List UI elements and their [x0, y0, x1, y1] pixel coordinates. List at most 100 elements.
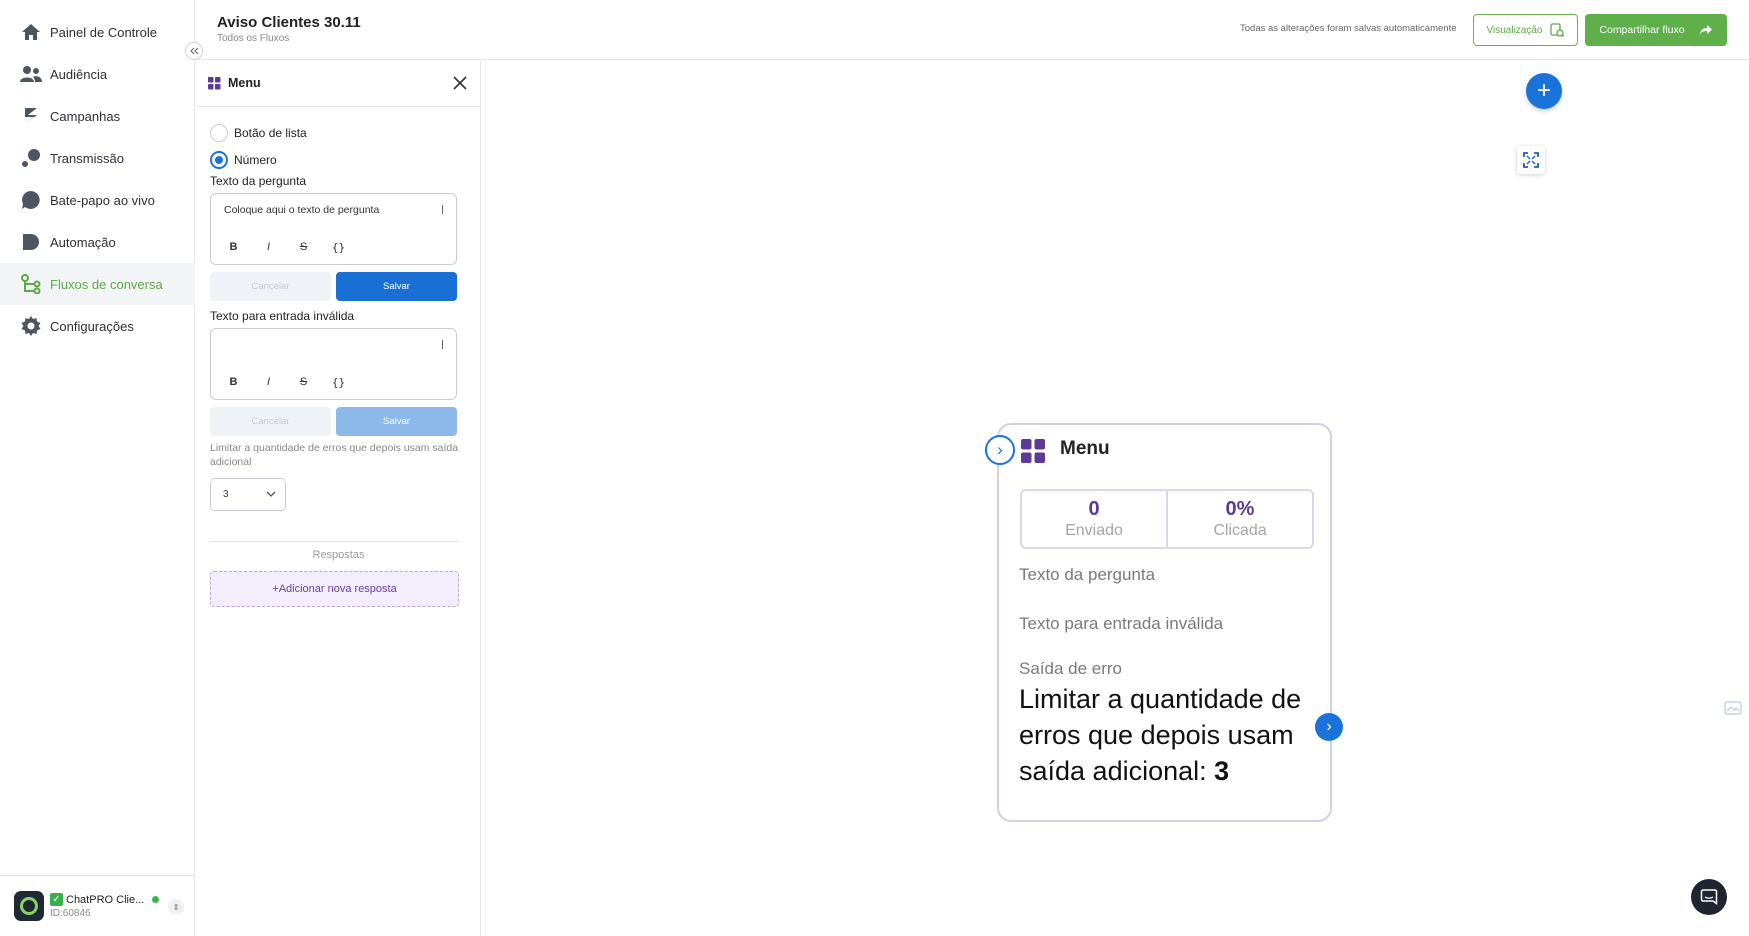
stat-sent-value: 0	[1088, 498, 1100, 520]
format-toolbar: B I S {}	[223, 373, 349, 391]
invalid-input-label: Texto para entrada inválida	[210, 309, 355, 323]
stat-sent-label: Enviado	[1065, 522, 1123, 539]
add-response-button[interactable]: +Adicionar nova resposta	[210, 571, 459, 607]
chat-support-icon	[1700, 889, 1718, 905]
menu-grid-icon	[208, 77, 221, 90]
panel-header: Menu	[196, 61, 481, 107]
radio-circle-checked[interactable]	[210, 151, 228, 169]
gear-icon	[20, 315, 42, 337]
double-chevron-left-icon	[190, 47, 199, 55]
add-node-button[interactable]: +	[1526, 73, 1562, 109]
question-text-editor[interactable]: Coloque aqui o texto de pergunta B I S {…	[210, 193, 457, 265]
node-error-limit: Limitar a quantidade de erros que depois…	[1019, 681, 1319, 789]
stat-clicked: 0% Clicada	[1166, 491, 1312, 547]
home-icon	[20, 21, 42, 43]
panel-title: Menu	[228, 76, 261, 90]
preview-button[interactable]: Visualização	[1473, 14, 1578, 46]
breadcrumb-all-flows[interactable]: Todos os Fluxos	[217, 33, 289, 44]
share-button-label: Compartilhar fluxo	[1599, 24, 1685, 36]
question-text-value[interactable]: Coloque aqui o texto de pergunta	[224, 204, 379, 216]
flow-canvas[interactable]: + › Menu 0 Enviado 0% Clicada Texto da p…	[482, 61, 1749, 936]
close-icon[interactable]	[452, 75, 468, 91]
sidebar-item-automation[interactable]: Automação	[0, 221, 195, 263]
menu-node[interactable]: › Menu 0 Enviado 0% Clicada Texto da per…	[985, 423, 1343, 822]
preview-icon	[1550, 23, 1565, 37]
text-cursor	[442, 340, 443, 349]
sidebar-item-label: Bate-papo ao vivo	[50, 192, 155, 208]
collapse-sidebar-button[interactable]	[185, 42, 203, 60]
cancel-button[interactable]: Cancelar	[210, 407, 331, 436]
variable-braces-icon[interactable]: {}	[328, 238, 349, 256]
sidebar-item-audience[interactable]: Audiência	[0, 53, 195, 95]
save-button-disabled[interactable]: Salvar	[336, 407, 457, 436]
sidebar-item-settings[interactable]: Configurações	[0, 305, 195, 347]
italic-icon[interactable]: I	[258, 373, 279, 391]
divider	[210, 541, 459, 542]
error-limit-select[interactable]: 3	[210, 478, 286, 511]
stat-clicked-label: Clicada	[1213, 522, 1267, 539]
share-arrow-icon	[1699, 25, 1712, 35]
node-error-output-handle[interactable]: ›	[1315, 713, 1343, 741]
sidebar-item-dashboard[interactable]: Painel de Controle	[0, 11, 195, 53]
bold-icon[interactable]: B	[223, 238, 244, 256]
radio-list-button[interactable]: Botão de lista	[210, 124, 307, 142]
sidebar-item-label: Transmissão	[50, 150, 124, 166]
question-text-label: Texto da pergunta	[210, 174, 307, 188]
preview-button-label: Visualização	[1486, 24, 1543, 36]
variable-braces-icon[interactable]: {}	[328, 373, 349, 391]
node-error-output-label: Saída de erro	[1019, 659, 1123, 678]
node-error-limit-value: 3	[1214, 756, 1230, 786]
flow-icon	[20, 273, 42, 295]
chat-icon	[20, 189, 42, 211]
fit-view-button[interactable]	[1517, 146, 1545, 174]
responses-heading: Respostas	[312, 549, 365, 561]
node-stats: 0 Enviado 0% Clicada	[1020, 489, 1314, 549]
invalid-input-editor[interactable]: B I S {}	[210, 328, 457, 400]
automation-icon	[20, 231, 42, 253]
verified-check-icon: ✓	[50, 893, 63, 906]
radio-label: Número	[234, 153, 277, 167]
sidebar-item-conversation-flows[interactable]: Fluxos de conversa	[0, 263, 195, 305]
users-icon	[20, 63, 42, 85]
menu-grid-icon	[1021, 439, 1045, 463]
sidebar-item-label: Automação	[50, 234, 116, 250]
save-button[interactable]: Salvar	[336, 272, 457, 301]
chevron-updown-icon[interactable]: ⇕	[168, 899, 184, 915]
account-switcher[interactable]: ✓ ChatPRO Clie... ID:60846 ⇕	[0, 875, 195, 936]
minimap-icon[interactable]	[1724, 701, 1742, 715]
online-status-dot	[152, 896, 160, 903]
italic-icon[interactable]: I	[258, 238, 279, 256]
node-invalid-label: Texto para entrada inválida	[1019, 614, 1224, 633]
sidebar-item-label: Painel de Controle	[50, 24, 157, 40]
broadcast-icon	[20, 147, 42, 169]
account-id: ID:60846	[50, 908, 91, 919]
sidebar-item-campaigns[interactable]: Campanhas	[0, 95, 195, 137]
radio-number[interactable]: Número	[210, 151, 277, 169]
cancel-button[interactable]: Cancelar	[210, 272, 331, 301]
campaign-icon	[20, 105, 42, 127]
strikethrough-icon[interactable]: S	[293, 238, 314, 256]
top-header: Aviso Clientes 30.11 Todos os Fluxos Tod…	[196, 0, 1749, 60]
error-limit-value: 3	[223, 489, 229, 500]
sidebar-item-label: Audiência	[50, 66, 108, 82]
bold-icon[interactable]: B	[223, 373, 244, 391]
support-chat-button[interactable]	[1691, 879, 1727, 915]
chevron-down-icon	[266, 491, 276, 497]
strikethrough-icon[interactable]: S	[293, 373, 314, 391]
sidebar-item-broadcast[interactable]: Transmissão	[0, 137, 195, 179]
sidebar-item-live-chat[interactable]: Bate-papo ao vivo	[0, 179, 195, 221]
radio-circle[interactable]	[210, 124, 228, 142]
format-toolbar: B I S {}	[223, 238, 349, 256]
account-name: ChatPRO Clie...	[66, 893, 145, 906]
sidebar-item-label: Campanhas	[50, 108, 121, 124]
node-input-handle[interactable]: ›	[985, 435, 1015, 465]
share-flow-button[interactable]: Compartilhar fluxo	[1585, 14, 1727, 46]
error-limit-note: Limitar a quantidade de erros que depois…	[210, 442, 459, 468]
node-title: Menu	[1060, 438, 1110, 459]
node-error-limit-text: Limitar a quantidade de erros que depois…	[1019, 684, 1302, 786]
sidebar: Painel de Controle Audiência Campanhas T…	[0, 0, 195, 936]
sidebar-item-label: Configurações	[50, 318, 134, 334]
avatar	[14, 891, 44, 921]
expand-icon	[1523, 152, 1539, 168]
node-question-label: Texto da pergunta	[1019, 565, 1156, 584]
